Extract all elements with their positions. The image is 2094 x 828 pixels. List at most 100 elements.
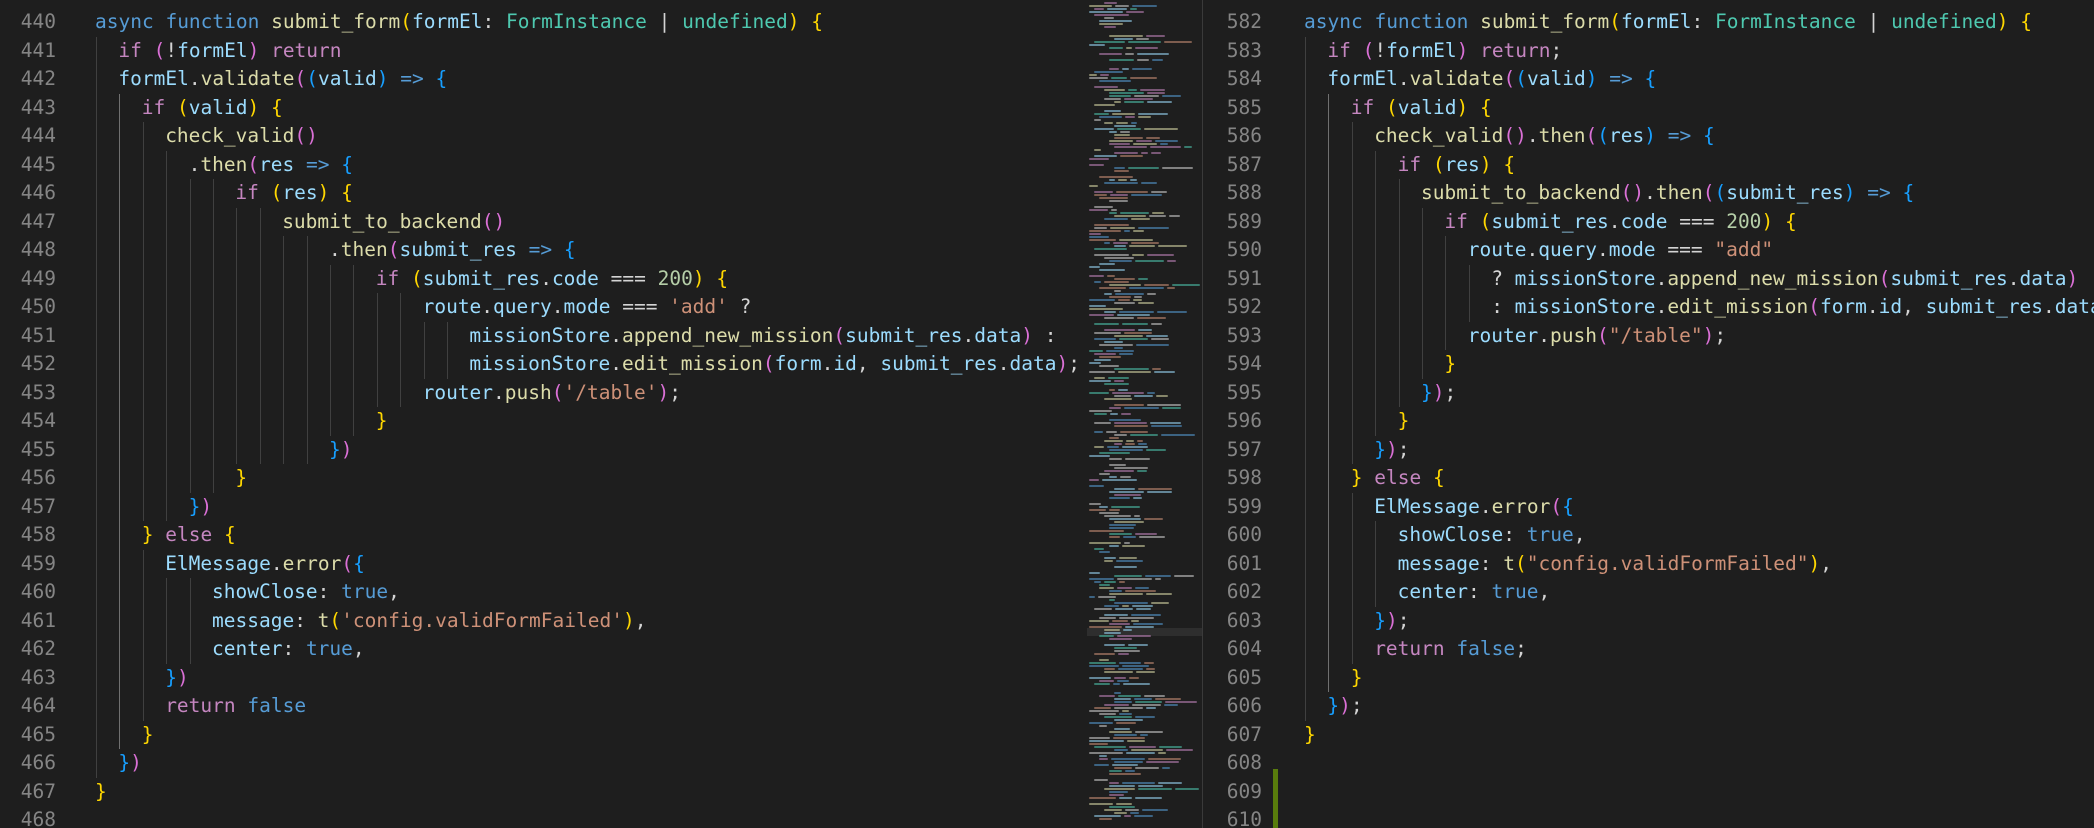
code-line[interactable]: 586 check_valid().then((res) => { <box>1204 122 2094 151</box>
code-line[interactable]: 604 return false; <box>1204 635 2094 664</box>
code-line[interactable]: 607} <box>1204 721 2094 750</box>
code-line[interactable]: 585 if (valid) { <box>1204 93 2094 122</box>
code-line[interactable]: 594} <box>1204 350 2094 379</box>
code-line[interactable]: 593 router.push("/table"); <box>1204 321 2094 350</box>
editor-pane-left[interactable]: 440 async function submit_form(formEl: Fo… <box>0 0 1083 828</box>
indent-guide <box>1422 350 1423 379</box>
code-line[interactable]: 610 <box>1204 806 2094 828</box>
code-line[interactable]: 602 center: true, <box>1204 578 2094 607</box>
editor-pane-right[interactable]: 582 async function submit_form(formEl: Fo… <box>1204 0 2094 828</box>
code-token: formEl <box>177 38 248 62</box>
minimap-line <box>1099 695 1115 697</box>
code-line[interactable]: 595}); <box>1204 378 2094 407</box>
code-line[interactable]: 587 if (res) { <box>1204 150 2094 179</box>
line-number: 444 <box>20 124 56 147</box>
code-line[interactable]: 609 <box>1204 778 2094 807</box>
code-line[interactable]: 457}) <box>0 492 1083 521</box>
code-line[interactable]: 462 center: true, <box>0 635 1083 664</box>
code-line[interactable]: 600 showClose: true, <box>1204 521 2094 550</box>
code-token: res <box>282 181 318 204</box>
code-line[interactable]: 584 formEl.validate((valid) => { <box>1204 65 2094 94</box>
code-line[interactable]: 592: missionStore.edit_mission(form.id, … <box>1204 293 2094 322</box>
minimap-line <box>1114 728 1130 730</box>
code-line[interactable]: 583 if (!formEl) return; <box>1204 36 2094 65</box>
code-line[interactable]: 608 <box>1204 749 2094 778</box>
line-number: 451 <box>20 323 56 347</box>
code-line[interactable]: 598} else { <box>1204 464 2094 493</box>
code-line[interactable]: 447 submit_to_backend() <box>0 207 1083 236</box>
minimap-line <box>1107 446 1119 448</box>
minimap-line <box>1114 137 1143 139</box>
code-line[interactable]: 440 async function submit_form(formEl: Fo… <box>0 8 1083 37</box>
code-line[interactable]: 468 <box>0 806 1083 828</box>
indent-guide <box>119 378 121 407</box>
code-line[interactable]: 465} <box>0 720 1083 749</box>
code-line[interactable]: 449 if (submit_res.code === 200) { <box>0 264 1083 293</box>
code-token: append_new_mission <box>622 323 834 347</box>
code-line[interactable]: 461 message: t('config.validFormFailed'), <box>0 606 1083 635</box>
code-line[interactable]: 458} else { <box>0 521 1083 550</box>
code-token: ) <box>1585 67 1598 90</box>
pane-divider[interactable] <box>1202 0 1203 828</box>
code-token: . <box>481 295 494 318</box>
code-line[interactable]: 597}); <box>1204 435 2094 464</box>
minimap-line <box>1109 785 1135 787</box>
code-line[interactable]: 601 message: t("config.validFormFailed"), <box>1204 549 2094 578</box>
line-number: 595 <box>1226 380 1262 404</box>
code-token: ( <box>1808 295 1820 318</box>
code-token: submit_res <box>422 266 541 290</box>
code-line[interactable]: 606}); <box>1204 692 2094 721</box>
minimap-line <box>1125 770 1135 772</box>
code-line[interactable]: 448 .then(submit_res => { <box>0 236 1083 265</box>
minimap[interactable] <box>1083 0 1204 828</box>
minimap-line <box>1118 653 1129 655</box>
code-line[interactable]: 582 async function submit_form(formEl: Fo… <box>1204 8 2094 37</box>
code-line[interactable]: 442 formEl.validate((valid) => { <box>0 65 1083 94</box>
code-token: ( <box>1596 323 1609 347</box>
code-line[interactable]: 464 return false <box>0 692 1083 721</box>
code-line[interactable]: 454} <box>0 407 1083 436</box>
code-line[interactable]: 605} <box>1204 663 2094 692</box>
minimap-line <box>1116 722 1136 724</box>
code-line[interactable]: 446 if (res) { <box>0 179 1083 208</box>
code-line[interactable]: 459 ElMessage.error({ <box>0 549 1083 578</box>
code-line[interactable]: 443 if (valid) { <box>0 93 1083 122</box>
code-line[interactable]: 463}) <box>0 663 1083 692</box>
code-text: if (!formEl) return <box>118 37 341 66</box>
code-line[interactable]: 466}) <box>0 749 1083 778</box>
minimap-line <box>1174 575 1194 577</box>
code-line[interactable]: 596} <box>1204 407 2094 436</box>
code-line[interactable]: 451 missionStore.append_new_mission(submi… <box>0 321 1083 350</box>
minimap-line <box>1114 134 1130 136</box>
code-line[interactable]: 450 route.query.mode === 'add' ? <box>0 293 1083 322</box>
code-token: route <box>422 295 482 318</box>
minimap-line <box>1122 710 1129 712</box>
code-line[interactable]: 589 if (submit_res.code === 200) { <box>1204 207 2094 236</box>
minimap-line <box>1104 317 1134 319</box>
code-line[interactable]: 455}) <box>0 435 1083 464</box>
code-token: error <box>1491 494 1551 518</box>
indent-guide <box>166 321 168 350</box>
minimap-line <box>1124 101 1144 103</box>
code-token: ) <box>2066 266 2079 290</box>
code-line[interactable]: 452 missionStore.edit_mission(form.id, su… <box>0 350 1083 379</box>
code-line[interactable]: 460 showClose: true, <box>0 578 1083 607</box>
indent-guide <box>1328 464 1330 493</box>
code-line[interactable]: 588 submit_to_backend().then((submit_res)… <box>1204 179 2094 208</box>
code-line[interactable]: 456} <box>0 464 1083 493</box>
line-number: 602 <box>1226 580 1262 603</box>
code-line[interactable]: 441 if (!formEl) return <box>0 36 1083 66</box>
code-token: ( <box>1479 209 1492 233</box>
code-line[interactable]: 453 router.push('/table'); <box>0 378 1083 407</box>
code-line[interactable]: 445 .then(res => { <box>0 150 1083 179</box>
code-line[interactable]: 467} <box>0 778 1083 807</box>
minimap-line <box>1125 590 1156 592</box>
code-line[interactable]: 444 check_valid() <box>0 122 1083 151</box>
code-line[interactable]: 590 route.query.mode === "add" <box>1204 236 2094 265</box>
line-number: 456 <box>20 466 56 489</box>
code-line[interactable]: 591? missionStore.append_new_mission(sub… <box>1204 264 2094 293</box>
code-line[interactable]: 599 ElMessage.error({ <box>1204 492 2094 521</box>
code-text: check_valid() <box>165 122 318 151</box>
code-line[interactable]: 603}); <box>1204 606 2094 635</box>
